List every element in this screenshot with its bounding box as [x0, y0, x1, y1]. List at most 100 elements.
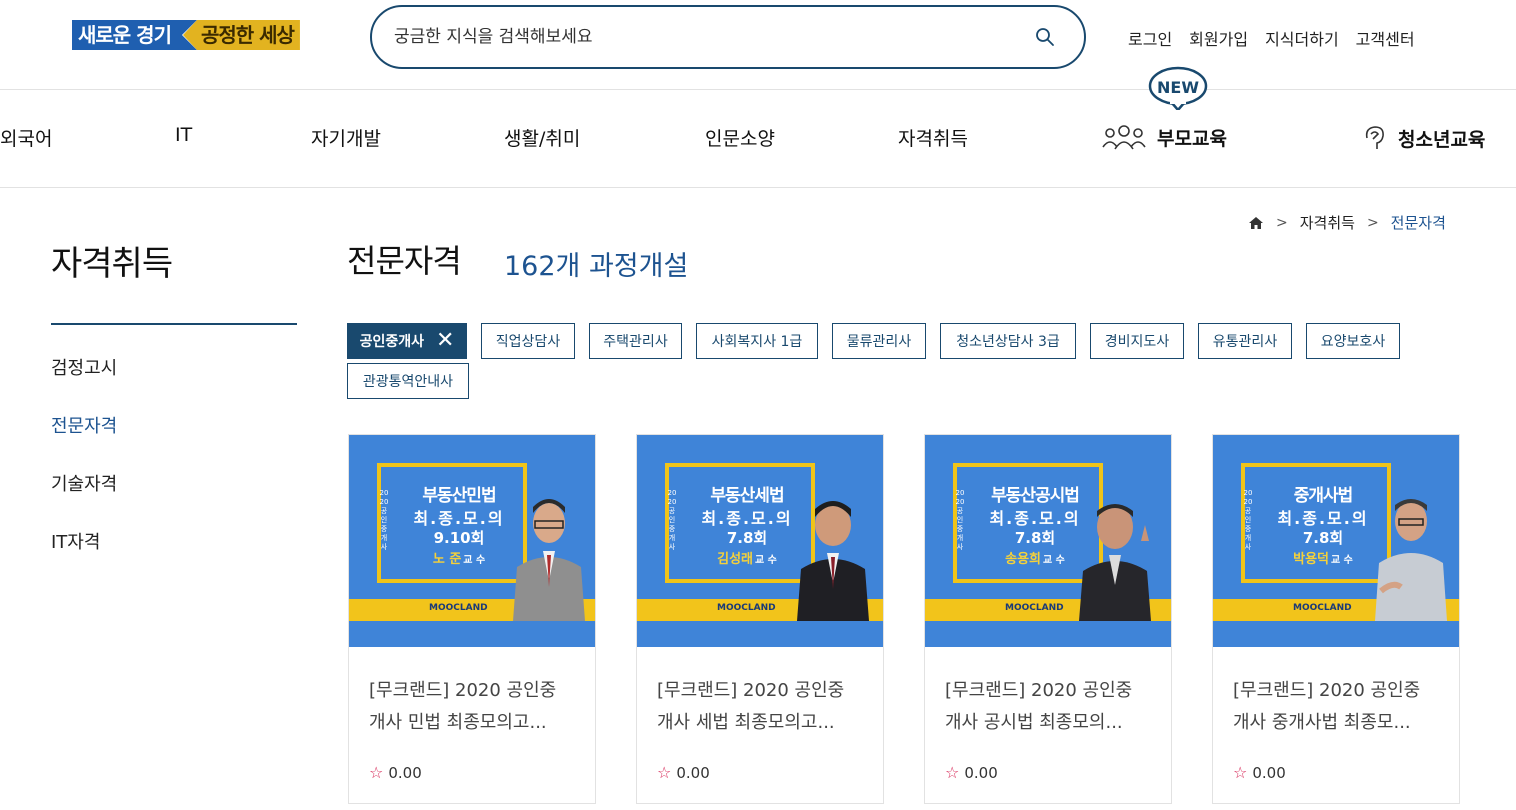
course-title-line: 개사 중개사법 최종모... [1233, 712, 1411, 733]
chevron-right-icon: > [1276, 214, 1288, 231]
gnb-item-foreign-language[interactable]: 외국어 [0, 124, 52, 151]
course-card[interactable]: 2020공인중개사 중개사법 최.종.모.의 7.8회 박용덕 교 수 MOOCL… [1212, 434, 1460, 804]
star-icon: ☆ [1233, 763, 1248, 782]
course-title[interactable]: [무크랜드] 2020 공인중개사 공시법 최종모의... [945, 675, 1155, 739]
filter-chip[interactable]: 물류관리사 [832, 323, 926, 359]
course-title-line: [무크랜드] 2020 공인중 [945, 680, 1133, 701]
new-badge-label: NEW [1157, 78, 1199, 97]
filter-chip[interactable]: 주택관리사 [589, 323, 682, 359]
logo-part-1: 새로운 경기 [72, 20, 197, 50]
thumb-subtitle: 최.종.모.의 [1277, 509, 1369, 528]
gnb-item-it[interactable]: IT [175, 124, 192, 146]
course-rating: ☆ 0.00 [945, 763, 998, 782]
page-title: 전문자격 [347, 242, 462, 280]
site-logo[interactable]: 새로운 경기 공정한 세상 [72, 18, 300, 52]
filter-chip[interactable]: 요양보호사 [1306, 323, 1400, 359]
filter-chip[interactable]: 직업상담사 [481, 323, 575, 359]
course-title[interactable]: [무크랜드] 2020 공인중개사 중개사법 최종모... [1233, 675, 1443, 739]
star-icon: ☆ [369, 763, 384, 782]
course-thumbnail[interactable]: 2020공인중개사 부동산민법 최.종.모.의 9.10회 노 준교 수 MOO… [349, 435, 595, 647]
mooc-land-logo: MOOCLAND [717, 603, 776, 613]
sidebar-item-professional[interactable]: 전문자격 [51, 412, 117, 438]
gnb-item-self-development[interactable]: 자기개발 [311, 124, 381, 151]
filter-chip[interactable]: 사회복지사 1급 [696, 323, 818, 359]
gnb-label: 생활/취미 [504, 128, 581, 150]
teacher-suffix: 교 수 [463, 555, 486, 566]
gnb-divider [0, 187, 1516, 188]
filter-chip-active[interactable]: 공인중개사 ✕ [347, 323, 467, 359]
thumb-teacher: 노 준교 수 [393, 548, 525, 567]
search-input[interactable] [394, 27, 1034, 47]
close-icon[interactable]: ✕ [436, 330, 454, 352]
breadcrumb-current[interactable]: 전문자격 [1391, 212, 1446, 233]
thumb-teacher: 박용덕 교 수 [1257, 548, 1389, 567]
course-title[interactable]: [무크랜드] 2020 공인중 개사 세법 최종모의고... [657, 675, 867, 739]
teacher-name: 박용덕 [1293, 552, 1329, 567]
instructor-photo [797, 501, 869, 621]
thumb-vertical-text: 2020공인중개사 [955, 489, 965, 551]
rating-value: 0.00 [388, 763, 422, 782]
instructor-photo [1079, 504, 1151, 621]
mooc-land-logo: MOOCLAND [429, 603, 488, 613]
course-title-line: [무크랜드] 2020 공인중 [369, 680, 557, 701]
teen-icon [1365, 126, 1384, 149]
teacher-suffix: 교 수 [1043, 555, 1065, 566]
course-title[interactable]: [무크랜드] 2020 공인중 개사 민법 최종모의고... [369, 675, 579, 739]
new-badge: NEW [1148, 66, 1208, 110]
course-thumbnail[interactable]: 2020공인중개사 중개사법 최.종.모.의 7.8회 박용덕 교 수 MOOCL… [1213, 435, 1459, 647]
login-link[interactable]: 로그인 [1128, 26, 1172, 50]
teacher-name: 노 준 [432, 552, 462, 567]
gnb-item-life-hobby[interactable]: 생활/취미 [504, 124, 580, 151]
teacher-suffix: 교 수 [755, 555, 777, 566]
thumb-subject: 부동산민법 [422, 486, 496, 506]
logo-part-2: 공정한 세상 [182, 20, 300, 50]
filter-chip[interactable]: 유통관리사 [1198, 323, 1292, 359]
breadcrumb-item[interactable]: 자격취득 [1300, 212, 1355, 233]
rating-value: 0.00 [1252, 763, 1286, 782]
signup-link[interactable]: 회원가입 [1189, 26, 1248, 50]
customer-center-link[interactable]: 고객센터 [1356, 26, 1415, 50]
gnb-label: 자기개발 [311, 128, 381, 150]
thumb-subtitle: 최.종.모.의 [413, 509, 505, 528]
search-icon[interactable] [1034, 26, 1056, 48]
sidebar-item-qualification-exam[interactable]: 검정고시 [51, 354, 117, 380]
gnb-item-certification[interactable]: 자격취득 [898, 124, 968, 151]
star-icon: ☆ [945, 763, 960, 782]
teacher-name: 김성래 [717, 552, 753, 567]
knowledge-plus-link[interactable]: 지식더하기 [1265, 26, 1339, 50]
parents-icon [1102, 124, 1146, 149]
teacher-suffix: 교 수 [1331, 555, 1353, 566]
chevron-right-icon: > [1366, 214, 1379, 231]
course-rating: ☆ 0.00 [1233, 763, 1286, 782]
gnb-label: IT [175, 124, 193, 146]
course-title-line: 개사 공시법 최종모의... [945, 712, 1123, 733]
course-thumbnail[interactable]: 2020공인중개사 부동산세법 최.종.모.의 7.8회 김성래 교 수 MOOC… [637, 435, 883, 647]
gnb-item-parent-education[interactable]: 부모교육 [1101, 124, 1227, 151]
home-icon[interactable] [1248, 216, 1264, 230]
gnb-item-teen-education[interactable]: 청소년교육 [1362, 124, 1485, 152]
instructor-photo [1375, 499, 1447, 621]
gnb-item-humanities[interactable]: 인문소양 [705, 124, 775, 151]
filter-chip[interactable]: 경비지도사 [1090, 323, 1184, 359]
mooc-land-logo: MOOCLAND [1293, 603, 1352, 613]
teacher-name: 송용희 [1005, 552, 1041, 567]
utility-links: 로그인 회원가입 지식더하기 고객센터 [1128, 26, 1415, 50]
instructor-photo [513, 499, 585, 621]
thumb-round: 9.10회 [433, 529, 485, 547]
thumb-vertical-text: 2020공인중개사 [667, 489, 677, 551]
thumb-vertical-text: 2020공인중개사 [379, 489, 389, 551]
course-card[interactable]: 2020공인중개사 부동산공시법 최.종.모.의 7.8회 송용희 교 수 MOO… [924, 434, 1172, 804]
gnb-label: 인문소양 [705, 128, 775, 150]
course-title-line: 개사 세법 최종모의고... [657, 712, 835, 733]
course-thumbnail[interactable]: 2020공인중개사 부동산공시법 최.종.모.의 7.8회 송용희 교 수 MOO… [925, 435, 1171, 647]
course-rating: ☆ 0.00 [657, 763, 710, 782]
course-card[interactable]: 2020공인중개사 부동산민법 최.종.모.의 9.10회 노 준교 수 MOO… [348, 434, 596, 804]
filter-chip[interactable]: 청소년상담사 3급 [940, 323, 1076, 359]
sidebar-item-technical[interactable]: 기술자격 [51, 470, 117, 496]
course-card[interactable]: 2020공인중개사 부동산세법 최.종.모.의 7.8회 김성래 교 수 MOOC… [636, 434, 884, 804]
header-divider [0, 89, 1516, 90]
star-icon: ☆ [657, 763, 672, 782]
course-title-line: [무크랜드] 2020 공인중 [1233, 680, 1421, 701]
filter-chip[interactable]: 관광통역안내사 [347, 363, 469, 399]
sidebar-item-it-cert[interactable]: IT자격 [51, 528, 100, 554]
